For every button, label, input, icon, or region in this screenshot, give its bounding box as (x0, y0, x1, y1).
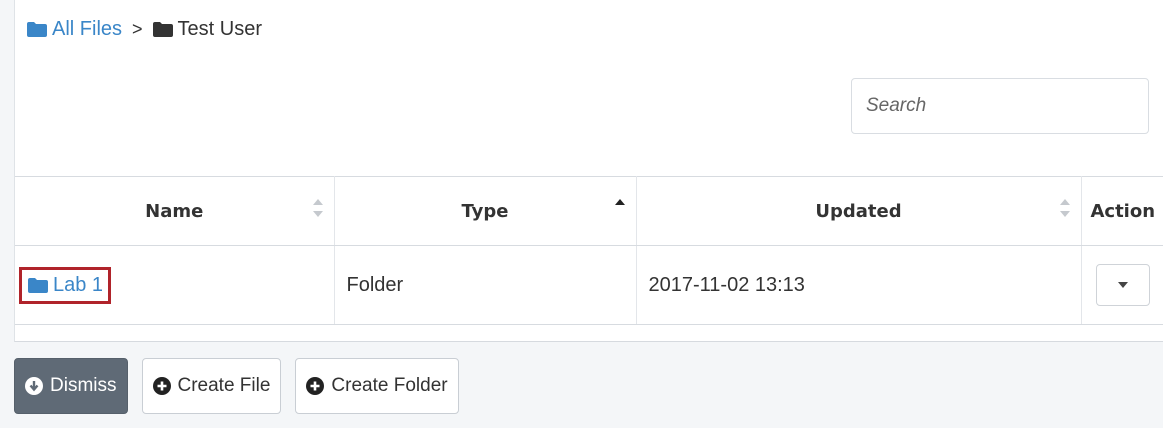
plus-circle-icon (152, 377, 171, 395)
breadcrumb-separator: > (132, 18, 143, 39)
breadcrumb-root-label: All Files (52, 17, 123, 40)
create-file-label: Create File (177, 375, 271, 396)
dismiss-button[interactable]: Dismiss (14, 358, 128, 414)
dismiss-label: Dismiss (50, 375, 117, 396)
column-header-label: Name (145, 200, 204, 222)
column-header-type[interactable]: Type (334, 176, 637, 246)
sort-ascending-icon (614, 197, 626, 219)
cell-action (1081, 245, 1163, 325)
folder-icon (28, 277, 48, 293)
create-folder-label: Create Folder (331, 375, 448, 396)
folder-icon (152, 21, 173, 37)
cell-updated: 2017-11-02 13:13 (636, 245, 1082, 325)
folder-link-lab-1[interactable]: Lab 1 (19, 266, 112, 304)
column-header-label: Action (1090, 200, 1156, 222)
breadcrumb-current: Test User (152, 17, 262, 41)
bottom-toolbar: Dismiss Create File Create Folder (14, 358, 459, 414)
column-header-action: Action (1081, 176, 1163, 246)
breadcrumb: All Files > Test User (27, 16, 262, 42)
files-table: Name Type Updated Action Lab 1 Folder 20… (15, 176, 1163, 325)
create-file-button[interactable]: Create File (141, 358, 282, 414)
breadcrumb-all-files-link[interactable]: All Files (27, 18, 122, 41)
sort-both-icon (1059, 197, 1071, 219)
breadcrumb-current-label: Test User (177, 17, 262, 40)
folder-icon (27, 21, 47, 37)
table-header-row: Name Type Updated Action (15, 176, 1163, 246)
create-folder-button[interactable]: Create Folder (295, 358, 459, 414)
column-header-updated[interactable]: Updated (636, 176, 1082, 246)
search-input[interactable] (851, 78, 1149, 134)
file-browser-panel: All Files > Test User Name (14, 0, 1163, 342)
table-row: Lab 1 Folder 2017-11-02 13:13 (15, 245, 1163, 325)
row-action-dropdown-button[interactable] (1095, 264, 1150, 306)
plus-circle-icon (306, 377, 325, 395)
column-header-name[interactable]: Name (15, 176, 335, 246)
cell-name: Lab 1 (15, 245, 335, 325)
cell-type: Folder (334, 245, 637, 325)
folder-name: Lab 1 (53, 273, 104, 296)
column-header-label: Updated (815, 200, 902, 222)
sort-both-icon (312, 197, 324, 219)
caret-down-icon (1117, 282, 1128, 288)
column-header-label: Type (461, 200, 509, 222)
arrow-circle-down-icon (25, 377, 43, 395)
